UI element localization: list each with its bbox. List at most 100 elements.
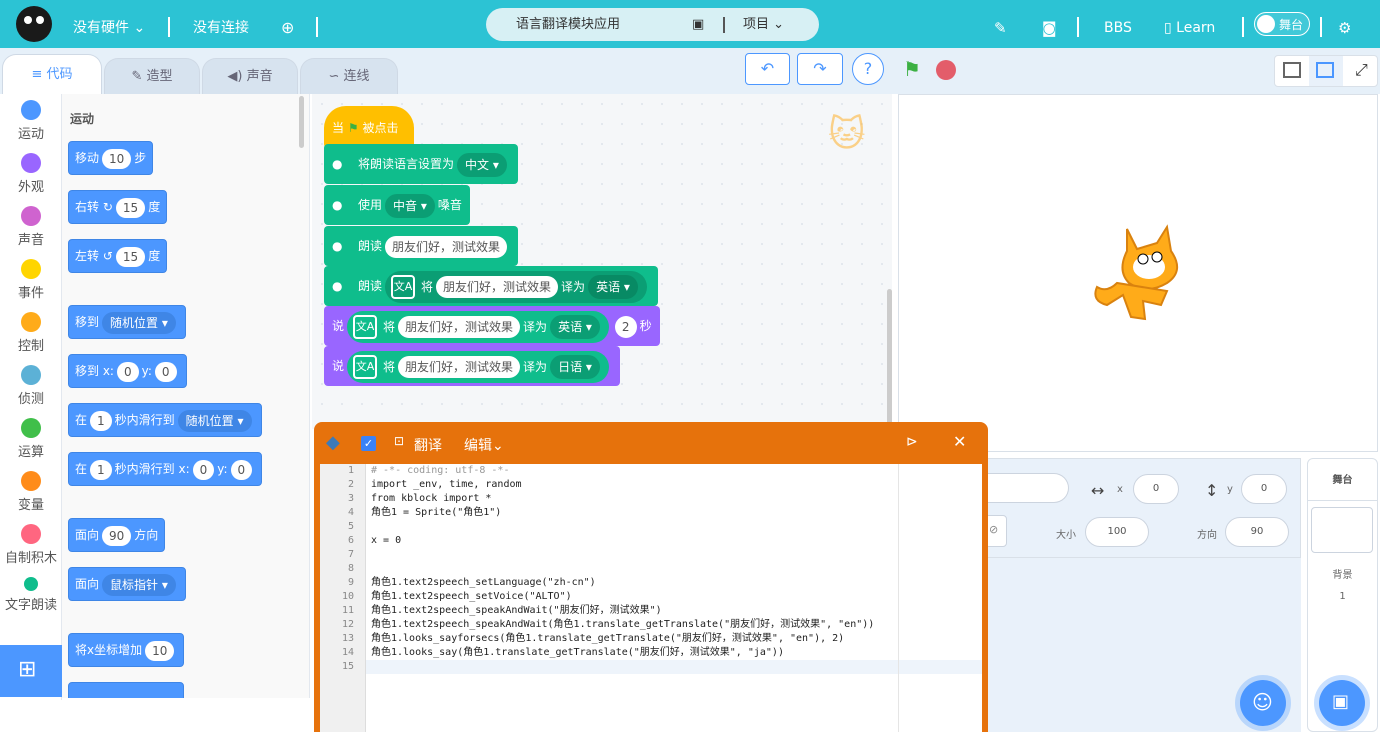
cat-sprite[interactable] <box>1087 221 1191 327</box>
pencil-icon[interactable]: ✎ <box>994 0 1007 48</box>
block-goto-xy[interactable]: 移到 x: 0 y: 0 <box>68 354 187 388</box>
block-input[interactable]: 15 <box>115 197 146 218</box>
project-menu[interactable]: 项目 ⌄ <box>743 8 784 41</box>
translate-reporter[interactable]: 文A 将朋友们好，测试效果 译为 英语 ▾ <box>347 310 609 343</box>
category-my-blocks[interactable]: 自制积木 <box>0 524 62 566</box>
block-point-towards[interactable]: 面向 鼠标指针 ▾ <box>68 567 186 601</box>
run-icon[interactable]: ⊳ <box>906 434 918 450</box>
block-speak-translated[interactable]: ● 朗读 文A 将朋友们好，测试效果 译为 英语 ▾ <box>324 266 658 306</box>
tab-sounds[interactable]: ◀) 声音 <box>202 58 298 94</box>
camera-icon[interactable]: ◙ <box>1042 0 1057 48</box>
block-when-flag-clicked[interactable]: 当 ⚑ 被点击 <box>324 106 414 148</box>
block-partial[interactable] <box>68 682 184 698</box>
save-icon[interactable]: ▣ <box>692 8 704 41</box>
block-dropdown[interactable]: 英语 ▾ <box>588 275 638 299</box>
block-text: 在 <box>75 462 88 476</box>
globe-icon[interactable]: ⊕ <box>281 0 294 48</box>
script-area[interactable]: 🐱 当 ⚑ 被点击 ● 将朗读语言设置为 中文 ▾ ● 使用 中音 ▾ 嗓音 ● 朗读 朋友们… <box>312 94 892 429</box>
category-sound[interactable]: 声音 <box>0 206 62 248</box>
stage-thumbnail[interactable] <box>1311 507 1373 553</box>
block-input[interactable]: 0 <box>192 459 215 480</box>
x-position-input[interactable]: 0 <box>1133 474 1179 504</box>
edit-menu[interactable]: 编辑⌄ <box>464 435 504 455</box>
add-extension-button[interactable]: ⊞ <box>0 645 62 697</box>
tab-wiring[interactable]: ∽ 连线 <box>300 58 398 94</box>
block-input[interactable]: 0 <box>154 361 177 382</box>
gear-icon[interactable]: ⚙ <box>1338 0 1351 48</box>
category-events[interactable]: 事件 <box>0 259 62 301</box>
tab-costumes[interactable]: ✎ 造型 <box>104 58 200 94</box>
block-change-x[interactable]: 将x坐标增加 10 <box>68 633 185 667</box>
palette-heading: 运动 <box>70 112 95 126</box>
block-move-steps[interactable]: 移动 10 步 <box>68 141 154 175</box>
block-input[interactable]: 1 <box>90 410 112 431</box>
category-variables[interactable]: 变量 <box>0 471 62 513</box>
tab-code[interactable]: ≡ 代码 <box>2 54 102 94</box>
block-dropdown[interactable]: 随机位置 ▾ <box>102 311 176 334</box>
redo-button[interactable]: ↷ <box>797 53 843 85</box>
block-input[interactable]: 15 <box>115 246 146 267</box>
category-sensing[interactable]: 侦测 <box>0 365 62 407</box>
direction-input[interactable]: 90 <box>1225 517 1289 547</box>
block-point-direction[interactable]: 面向 90 方向 <box>68 518 166 552</box>
stage-canvas[interactable] <box>898 94 1378 452</box>
add-backdrop-button[interactable]: ▣ <box>1319 680 1365 726</box>
block-input[interactable]: 0 <box>230 459 253 480</box>
block-input[interactable]: 10 <box>102 148 132 169</box>
block-turn-left[interactable]: 左转 ↺ 15 度 <box>68 239 168 273</box>
close-icon[interactable]: ✕ <box>953 432 966 451</box>
small-stage-icon[interactable] <box>1283 62 1301 78</box>
category-looks[interactable]: 外观 <box>0 153 62 195</box>
block-glide-xy[interactable]: 在 1 秒内滑行到 x: 0 y: 0 <box>68 452 263 486</box>
block-say-for-secs[interactable]: 说文A 将朋友们好，测试效果 译为 英语 ▾ 2 秒 <box>324 306 660 346</box>
add-sprite-button[interactable]: ☺ <box>1240 680 1286 726</box>
category-operators[interactable]: 运算 <box>0 418 62 460</box>
palette-scrollbar[interactable] <box>299 96 304 148</box>
block-turn-right[interactable]: 右转 ↻ 15 度 <box>68 190 168 224</box>
green-flag-icon[interactable]: ⚑ <box>903 58 921 80</box>
project-name-input[interactable]: 语言翻译模块应用 <box>516 8 620 41</box>
y-position-input[interactable]: 0 <box>1241 474 1287 504</box>
block-input[interactable]: 朋友们好，测试效果 <box>398 316 521 338</box>
translate-reporter[interactable]: 文A 将朋友们好，测试效果 译为 日语 ▾ <box>347 350 609 383</box>
block-say[interactable]: 说文A 将朋友们好，测试效果 译为 日语 ▾ <box>324 346 620 386</box>
block-input[interactable]: 2 <box>614 315 637 338</box>
size-input[interactable]: 100 <box>1085 517 1149 547</box>
app-logo[interactable] <box>16 6 52 42</box>
block-set-voice[interactable]: ● 使用 中音 ▾ 嗓音 <box>324 185 470 225</box>
fullscreen-icon[interactable]: ⤢ <box>1355 60 1368 80</box>
stage-toggle[interactable]: 舞台 <box>1254 12 1310 36</box>
block-goto[interactable]: 移到 随机位置 ▾ <box>68 305 186 339</box>
block-speak[interactable]: ● 朗读 朋友们好，测试效果 <box>324 226 519 266</box>
undo-button[interactable]: ↶ <box>745 53 790 85</box>
category-text2speech[interactable]: 文字朗读 <box>0 577 62 613</box>
enable-checkbox[interactable]: ✓ <box>361 436 376 451</box>
stop-button[interactable] <box>936 60 956 80</box>
help-button[interactable]: ? <box>852 53 884 85</box>
block-dropdown[interactable]: 鼠标指针 ▾ <box>102 573 176 596</box>
block-input[interactable]: 朋友们好，测试效果 <box>398 356 521 378</box>
block-input[interactable]: 10 <box>145 640 175 661</box>
block-dropdown[interactable]: 中音 ▾ <box>385 193 435 218</box>
learn-link[interactable]: ▯ Learn <box>1164 0 1215 48</box>
block-input[interactable]: 0 <box>116 361 139 382</box>
block-dropdown[interactable]: 随机位置 ▾ <box>177 409 252 432</box>
block-input[interactable]: 90 <box>102 525 132 546</box>
category-motion[interactable]: 运动 <box>0 100 62 142</box>
bbs-link[interactable]: BBS <box>1104 0 1132 48</box>
block-dropdown[interactable]: 日语 ▾ <box>550 355 600 379</box>
block-input[interactable]: 朋友们好，测试效果 <box>436 276 559 298</box>
block-input[interactable]: 朋友们好，测试效果 <box>385 235 508 258</box>
translate-reporter[interactable]: 文A 将朋友们好，测试效果 译为 英语 ▾ <box>385 270 647 303</box>
block-set-language[interactable]: ● 将朗读语言设置为 中文 ▾ <box>324 144 518 184</box>
category-control[interactable]: 控制 <box>0 312 62 354</box>
code-editor[interactable]: 1 2 3 4 5 6 7 8 9 10 11 12 13 14 15 # -*- coding: utf-… <box>320 464 982 732</box>
block-dropdown[interactable]: 英语 ▾ <box>550 315 600 339</box>
block-dropdown[interactable]: 中文 ▾ <box>457 152 507 177</box>
block-glide[interactable]: 在 1 秒内滑行到 随机位置 ▾ <box>68 403 262 437</box>
connection-button[interactable]: 没有连接 <box>193 0 249 48</box>
block-input[interactable]: 1 <box>90 459 112 480</box>
translate-icon: 文A <box>353 355 378 379</box>
script-scrollbar[interactable] <box>887 289 892 429</box>
hardware-menu[interactable]: 没有硬件 ⌄ <box>73 0 145 48</box>
